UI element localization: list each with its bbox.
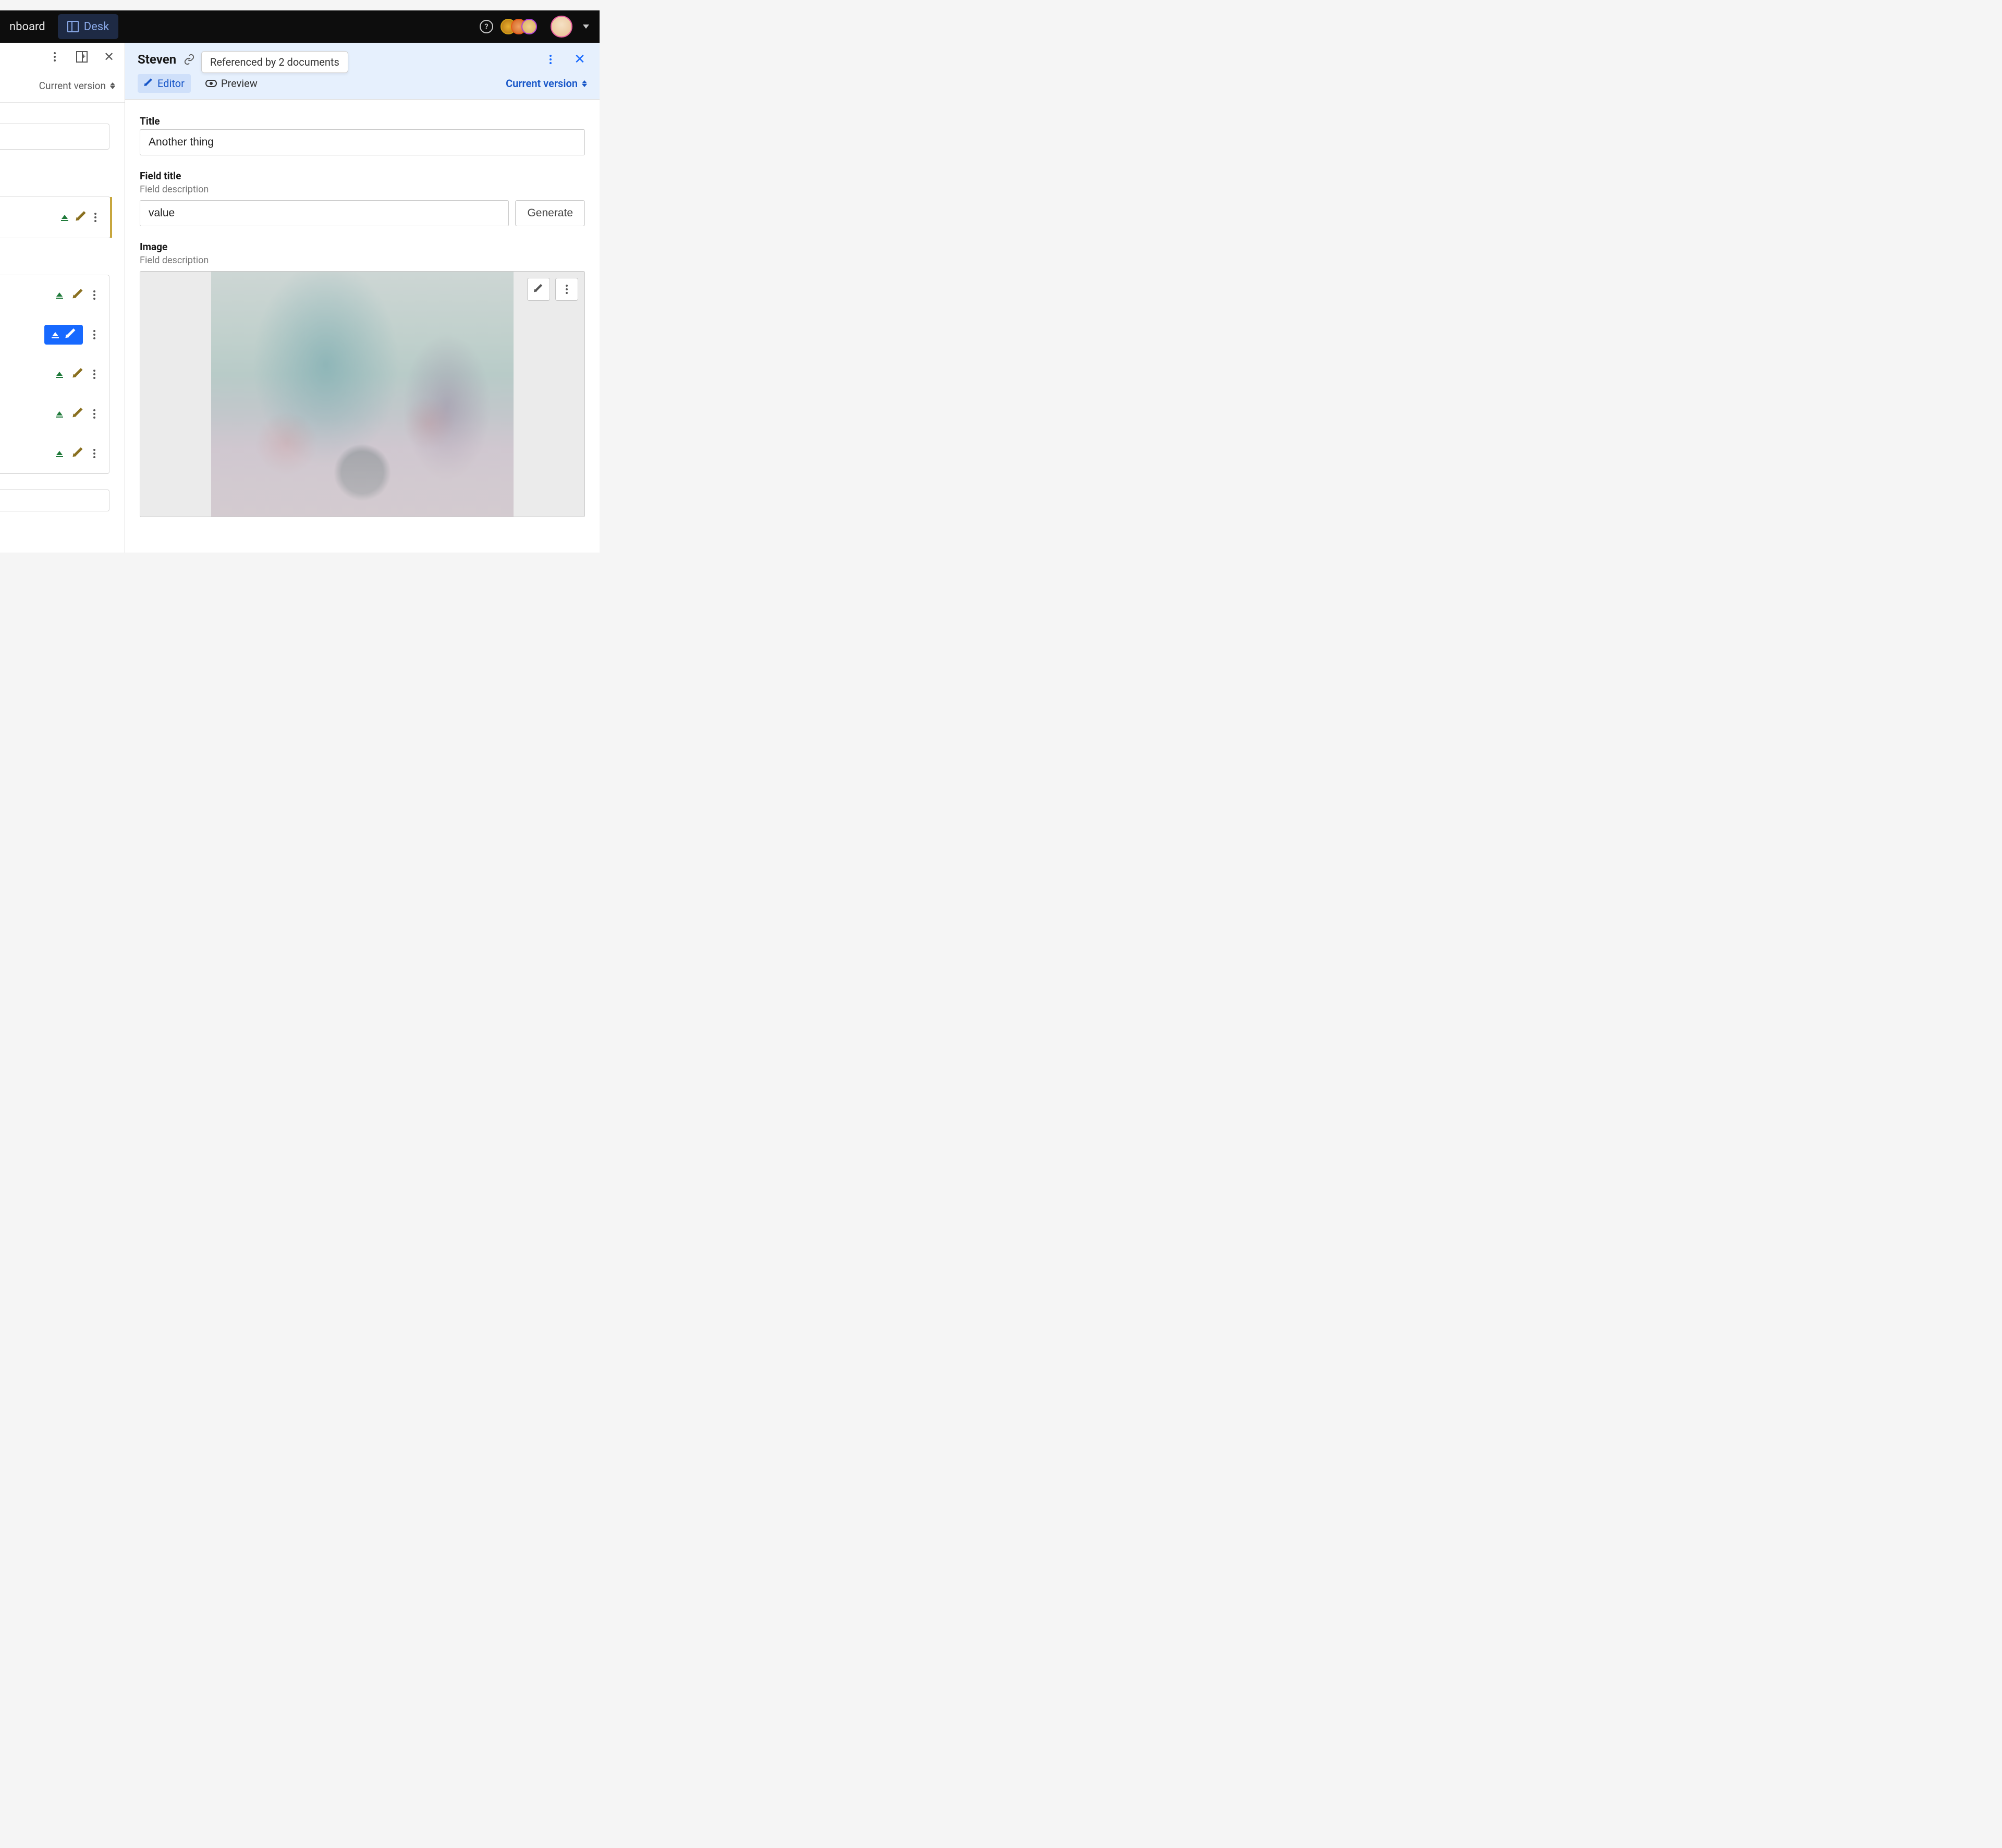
split-pane-button[interactable] (75, 50, 89, 64)
kebab-icon (550, 55, 552, 64)
version-select[interactable]: Current version (39, 80, 115, 92)
publish-icon (56, 410, 63, 418)
edit-icon (71, 368, 84, 381)
edit-icon (71, 407, 84, 420)
pencil-icon (533, 284, 544, 295)
close-document-button[interactable]: ✕ (572, 52, 587, 67)
pane-menu-button[interactable] (47, 50, 62, 64)
image-menu-button[interactable] (555, 278, 578, 301)
field-label: Image (140, 241, 585, 253)
list-item-selected[interactable] (0, 315, 109, 354)
topbar: nboard Desk ? (0, 10, 600, 43)
edit-icon (71, 288, 84, 301)
close-icon: ✕ (574, 52, 585, 67)
left-pane: ✕ Current version (0, 43, 125, 553)
desk-icon (67, 21, 79, 32)
presence-avatars (500, 19, 537, 34)
nav-item-label: Desk (84, 20, 109, 33)
select-caret-icon (582, 80, 587, 87)
nav-item-desk[interactable]: Desk (58, 14, 119, 39)
kebab-icon (54, 52, 56, 62)
editor-pane: Steven Referenced by 2 documents ✕ (125, 43, 600, 553)
kebab-icon[interactable] (93, 370, 95, 379)
field-label: Title (140, 115, 585, 127)
list-item[interactable] (0, 197, 110, 238)
kebab-icon[interactable] (94, 213, 96, 222)
generate-button[interactable]: Generate (515, 200, 585, 226)
list-item[interactable] (0, 489, 109, 511)
help-icon[interactable]: ? (480, 20, 493, 33)
nav-item-dashboard[interactable]: nboard (0, 10, 55, 43)
list-item[interactable] (0, 275, 109, 315)
field-label: Field title (140, 170, 585, 182)
image-thumbnail (211, 272, 514, 517)
version-label-text: Current version (506, 77, 578, 90)
edit-icon (64, 328, 77, 341)
tab-label: Editor (157, 77, 185, 90)
field-description: Field description (140, 255, 585, 266)
image-preview-box[interactable] (140, 271, 585, 517)
avatar[interactable] (521, 19, 537, 34)
close-icon: ✕ (104, 50, 114, 64)
field-fieldtitle: Field title Field description Generate (140, 170, 585, 226)
document-menu-button[interactable] (543, 52, 558, 67)
tab-preview[interactable]: Preview (199, 74, 264, 93)
user-menu-caret-icon[interactable] (583, 25, 589, 29)
tab-editor[interactable]: Editor (138, 74, 191, 93)
edit-icon (75, 211, 88, 224)
tab-label: Preview (221, 77, 258, 90)
field-description: Field description (140, 184, 585, 195)
kebab-icon[interactable] (93, 449, 95, 458)
eye-icon (205, 80, 217, 87)
pencil-icon (143, 78, 154, 89)
selected-pill (44, 325, 83, 345)
list-item[interactable] (0, 124, 109, 150)
document-header: Steven Referenced by 2 documents ✕ (125, 43, 600, 100)
references-icon[interactable] (184, 54, 195, 65)
field-title: Title (140, 115, 585, 155)
document-title: Steven (138, 52, 176, 67)
version-select[interactable]: Current version (506, 77, 587, 90)
list-item[interactable] (0, 354, 109, 394)
edit-image-button[interactable] (527, 278, 550, 301)
list-item[interactable] (0, 434, 109, 473)
kebab-icon (566, 285, 568, 294)
kebab-icon[interactable] (93, 409, 95, 419)
field-image: Image Field description (140, 241, 585, 517)
list-card (0, 275, 109, 474)
publish-icon (56, 371, 63, 378)
publish-icon (61, 214, 68, 221)
fieldtitle-input[interactable] (140, 200, 509, 226)
title-input[interactable] (140, 129, 585, 155)
references-tooltip: Referenced by 2 documents (201, 51, 348, 73)
publish-icon (56, 450, 63, 457)
close-pane-button[interactable]: ✕ (102, 50, 116, 64)
kebab-icon[interactable] (93, 330, 95, 339)
nav-item-label: nboard (9, 20, 45, 33)
split-pane-icon (76, 51, 88, 63)
edit-icon (71, 447, 84, 460)
list-item[interactable] (0, 394, 109, 434)
publish-icon (56, 291, 63, 299)
user-avatar[interactable] (551, 16, 572, 38)
version-label-text: Current version (39, 80, 106, 92)
kebab-icon[interactable] (93, 290, 95, 300)
publish-icon (52, 331, 59, 338)
select-caret-icon (110, 82, 115, 89)
list-card (0, 197, 111, 238)
